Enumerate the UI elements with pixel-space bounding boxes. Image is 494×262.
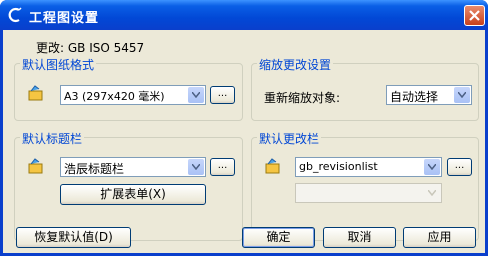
app-logo-icon bbox=[8, 7, 22, 23]
revision-select[interactable]: gb_revisionlist bbox=[295, 157, 442, 177]
chevron-down-icon[interactable] bbox=[188, 87, 204, 103]
title-block-value: 浩辰标题栏 bbox=[64, 162, 125, 176]
chevron-down-icon[interactable] bbox=[188, 159, 204, 175]
rescale-label: 重新缩放对象: bbox=[264, 91, 341, 105]
revision-value: gb_revisionlist bbox=[299, 160, 378, 173]
title-block-select[interactable]: 浩辰标题栏 bbox=[60, 157, 206, 177]
default-sheet-browse-button[interactable]: ... bbox=[210, 86, 235, 104]
default-sheet-select[interactable]: A3 (297x420 毫米) bbox=[60, 85, 206, 105]
dialog-body: 更改: GB ISO 5457 默认图纸格式 A3 (297x420 毫米) .… bbox=[3, 30, 485, 253]
ok-button[interactable]: 确定 bbox=[242, 227, 315, 248]
expand-form-button[interactable]: 扩展表单(X) bbox=[60, 184, 206, 205]
rescale-value: 自动选择 bbox=[390, 90, 439, 104]
window-title: 工程图设置 bbox=[29, 11, 100, 26]
title-block-browse-button[interactable]: ... bbox=[210, 158, 235, 176]
change-standard-label: 更改: GB ISO 5457 bbox=[36, 41, 145, 55]
restore-defaults-button[interactable]: 恢复默认值(D) bbox=[16, 227, 131, 248]
rescale-select[interactable]: 自动选择 bbox=[386, 85, 472, 105]
chevron-down-icon[interactable] bbox=[454, 87, 470, 103]
sheet-folder-icon bbox=[28, 85, 43, 101]
chevron-down-icon[interactable] bbox=[424, 159, 440, 175]
revision-secondary-select bbox=[295, 183, 442, 203]
revision-folder-icon bbox=[265, 158, 280, 174]
title-block-folder-icon bbox=[28, 158, 43, 174]
default-sheet-group-label: 默认图纸格式 bbox=[20, 56, 97, 73]
cancel-button[interactable]: 取消 bbox=[323, 227, 396, 248]
chevron-down-icon bbox=[424, 185, 440, 201]
dialog-window: 工程图设置 更改: GB ISO 5457 默认图纸格式 A3 (297x420… bbox=[0, 0, 488, 256]
revision-browse-button[interactable]: ... bbox=[447, 158, 472, 176]
close-icon bbox=[469, 10, 480, 21]
revision-group-label: 默认更改栏 bbox=[257, 130, 322, 147]
title-bar[interactable]: 工程图设置 bbox=[0, 0, 488, 30]
scale-change-group-label: 缩放更改设置 bbox=[257, 56, 334, 73]
default-sheet-value: A3 (297x420 毫米) bbox=[64, 90, 165, 103]
close-button[interactable] bbox=[464, 5, 485, 26]
title-block-group-label: 默认标题栏 bbox=[20, 130, 85, 147]
apply-button[interactable]: 应用 bbox=[403, 227, 476, 248]
